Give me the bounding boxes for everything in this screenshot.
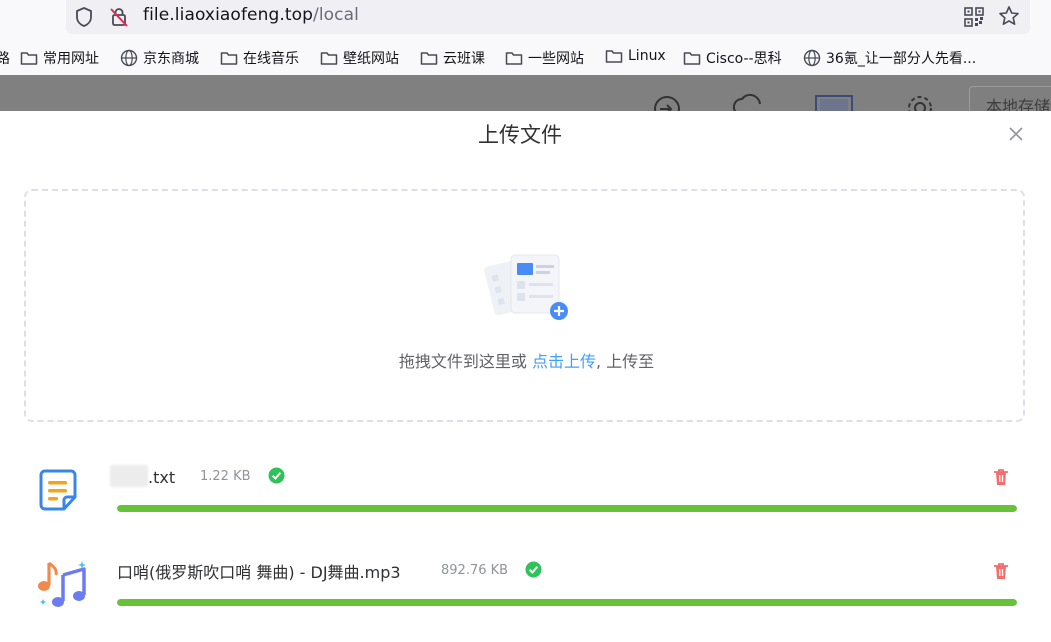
bookmark-folder-changyong[interactable]: 常用网址: [20, 48, 99, 68]
bookmark-label: 36氪_让一部分人先看...: [826, 51, 977, 67]
redacted-filename: [110, 465, 148, 487]
folder-icon: [683, 52, 701, 65]
bookmarks-toolbar: 路 常用网址 京东商城 在线音乐 壁纸网站 云班课 一些网站 Linux Cis…: [0, 44, 1051, 72]
upload-progress-fill: [117, 599, 1017, 606]
address-bar[interactable]: file.liaoxiaofeng.top/local: [66, 0, 1030, 34]
file-name: 口哨(俄罗斯吹口哨 舞曲) - DJ舞曲.mp3: [117, 563, 401, 582]
dropzone-text: 拖拽文件到这里或 点击上传, 上传至: [26, 348, 1027, 372]
upload-file-row: 口哨(俄罗斯吹口哨 舞曲) - DJ舞曲.mp3 892.76 KB: [0, 545, 1051, 625]
bookmark-label: 京东商城: [143, 51, 199, 67]
folder-icon: [20, 52, 38, 65]
folder-icon: [505, 52, 523, 65]
music-file-icon: [36, 559, 90, 615]
upload-dropzone[interactable]: 拖拽文件到这里或 点击上传, 上传至: [24, 189, 1025, 422]
bookmark-folder-music[interactable]: 在线音乐: [220, 48, 299, 68]
insecure-lock-icon[interactable]: [108, 6, 130, 28]
folder-icon: [605, 50, 623, 63]
folder-icon: [220, 52, 238, 65]
bookmark-folder-cisco[interactable]: Cisco--思科: [683, 48, 782, 68]
url-path: /local: [313, 5, 359, 25]
success-check-icon: [525, 561, 542, 582]
file-size: 892.76 KB: [441, 563, 509, 578]
bookmark-folder-linux[interactable]: Linux: [605, 48, 666, 64]
upload-file-row: .txt 1.22 KB: [0, 451, 1051, 531]
bookmark-label: 壁纸网站: [343, 51, 399, 67]
bookmark-label: 在线音乐: [243, 51, 299, 67]
file-name: .txt: [110, 465, 175, 487]
delete-trash-icon[interactable]: [991, 561, 1011, 585]
click-upload-link[interactable]: 点击上传: [532, 352, 596, 371]
close-icon: [1009, 127, 1023, 141]
bookmark-36kr[interactable]: 36氪_让一部分人先看...: [803, 48, 976, 68]
bookmark-label: 云班课: [443, 51, 485, 67]
bookmark-label: Linux: [628, 48, 666, 64]
dialog-title: 上传文件: [478, 123, 562, 147]
upload-progress-bar: [117, 599, 1017, 606]
delete-trash-icon[interactable]: [991, 467, 1011, 491]
bookmark-partial[interactable]: 路: [0, 48, 10, 68]
qr-code-icon[interactable]: [964, 7, 984, 27]
globe-icon: [120, 49, 138, 67]
dropzone-suffix: , 上传至: [595, 352, 655, 371]
url-host: file.liaoxiaofeng.top: [143, 5, 314, 25]
file-size: 1.22 KB: [200, 469, 251, 484]
bookmark-label: 常用网址: [43, 51, 99, 67]
bookmark-folder-class[interactable]: 云班课: [420, 48, 485, 68]
upload-dialog: 上传文件 拖拽文件到这里或 点击上传, 上传至 .txt 1.22 KB 口哨(…: [0, 111, 1051, 642]
app-header-dimmed: [0, 75, 1051, 111]
upload-progress-bar: [117, 505, 1017, 512]
bookmark-label: Cisco--思科: [706, 51, 782, 67]
success-check-icon: [268, 467, 285, 488]
bookmark-star-icon[interactable]: [998, 5, 1020, 27]
folder-icon: [320, 52, 338, 65]
upload-progress-fill: [117, 505, 1017, 512]
globe-icon: [803, 49, 821, 67]
bookmark-jd[interactable]: 京东商城: [120, 48, 199, 68]
bookmark-folder-sites[interactable]: 一些网站: [505, 48, 584, 68]
browser-chrome: file.liaoxiaofeng.top/local 路 常用网址 京东商城 …: [0, 0, 1051, 75]
dropzone-hint: 拖拽文件到这里或: [398, 352, 532, 371]
tracking-protection-shield-icon[interactable]: [74, 6, 94, 28]
text-file-icon: [36, 467, 80, 517]
upload-illustration-icon: [483, 247, 595, 331]
bookmark-label: 一些网站: [528, 51, 584, 67]
close-button[interactable]: [1005, 123, 1027, 145]
url-text[interactable]: file.liaoxiaofeng.top/local: [143, 5, 359, 25]
file-name-suffix: .txt: [148, 468, 176, 487]
folder-icon: [420, 52, 438, 65]
bookmark-folder-wallpaper[interactable]: 壁纸网站: [320, 48, 399, 68]
